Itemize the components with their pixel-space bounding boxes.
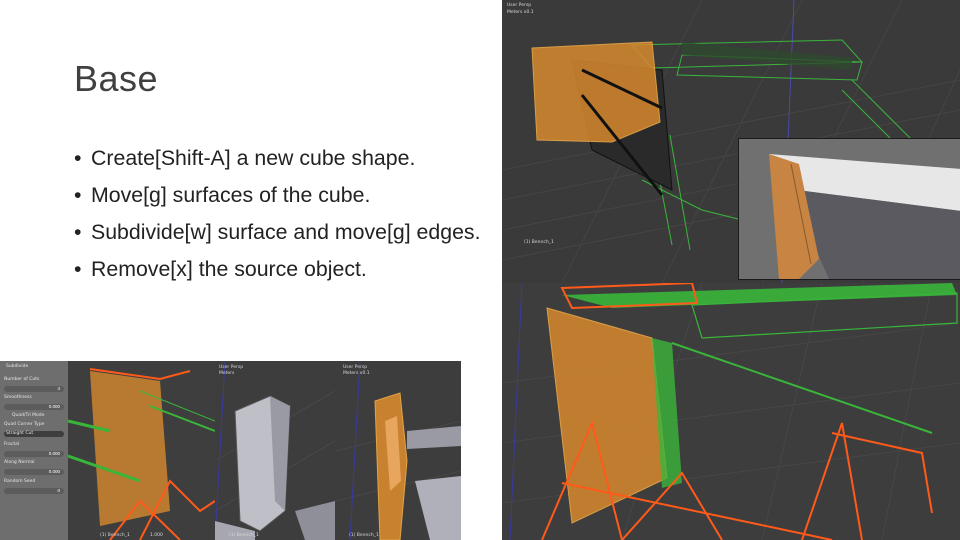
- subdivide-screenshot: Subdivide Number of Cuts 4 Smoothness 0.…: [0, 361, 215, 540]
- fractal-label: Fractal: [4, 442, 20, 447]
- quad-tri-checkbox[interactable]: Quad/Tri Mode: [12, 413, 44, 418]
- fractal-field[interactable]: 0.000: [4, 451, 64, 457]
- viewport-footer: (1) Bennch_1: [229, 533, 259, 538]
- viewport-header-units: Meters: [219, 371, 235, 376]
- along-normal-label: Along Normal: [4, 460, 35, 465]
- inset-render: [738, 138, 960, 280]
- viewport-header-units: Meters x0.1: [343, 371, 370, 376]
- viewport-header: User Persp: [507, 3, 532, 8]
- corner-type-value: Straight Cut: [6, 431, 34, 436]
- slide-title: Base: [74, 58, 159, 99]
- viewport-header-units: Meters x0.1: [507, 10, 534, 15]
- top-viewport-screenshot: User Persp Meters x0.1 (1) Bennch_1: [502, 0, 960, 283]
- viewport-header: User Persp: [219, 365, 244, 370]
- object-label: (1) Bennch_1: [524, 240, 554, 245]
- cuts-field[interactable]: 4: [4, 386, 64, 392]
- along-normal-field[interactable]: 0.000: [4, 469, 64, 475]
- bullet-item: Move[g] surfaces of the cube.: [74, 183, 504, 207]
- subdivide-footer-value: 1.000: [150, 533, 163, 538]
- right-viewport-render: [335, 361, 461, 540]
- bullet-list: Create[Shift-A] a new cube shape. Move[g…: [74, 146, 504, 294]
- right-viewport-screenshot: User Persp Meters x0.1 (1) Bennch_1: [335, 361, 461, 540]
- random-seed-field[interactable]: 0: [4, 488, 64, 494]
- bottom-viewport-screenshot: [502, 283, 960, 540]
- bullet-item: Create[Shift-A] a new cube shape.: [74, 146, 504, 170]
- subdivide-footer: (1) Bennch_1: [100, 533, 130, 538]
- smoothness-field[interactable]: 0.000: [4, 404, 64, 410]
- viewport-footer: (1) Bennch_1: [349, 533, 379, 538]
- smoothness-label: Smoothness: [4, 395, 32, 400]
- corner-type-label: Quad Corner Type: [4, 422, 45, 427]
- subdivide-tool-panel: Subdivide Number of Cuts 4 Smoothness 0.…: [0, 361, 68, 540]
- bullet-item: Remove[x] the source object.: [74, 257, 504, 281]
- bottom-viewport-render: [502, 283, 960, 540]
- middle-viewport-render: [215, 361, 335, 540]
- bullet-item: Subdivide[w] surface and move[g] edges.: [74, 220, 504, 244]
- cuts-label: Number of Cuts: [4, 377, 40, 382]
- random-seed-label: Random Seed: [4, 479, 36, 484]
- viewport-header: User Persp: [343, 365, 368, 370]
- middle-viewport-screenshot: User Persp Meters (1) Bennch_1: [215, 361, 335, 540]
- panel-title: Subdivide: [6, 364, 29, 369]
